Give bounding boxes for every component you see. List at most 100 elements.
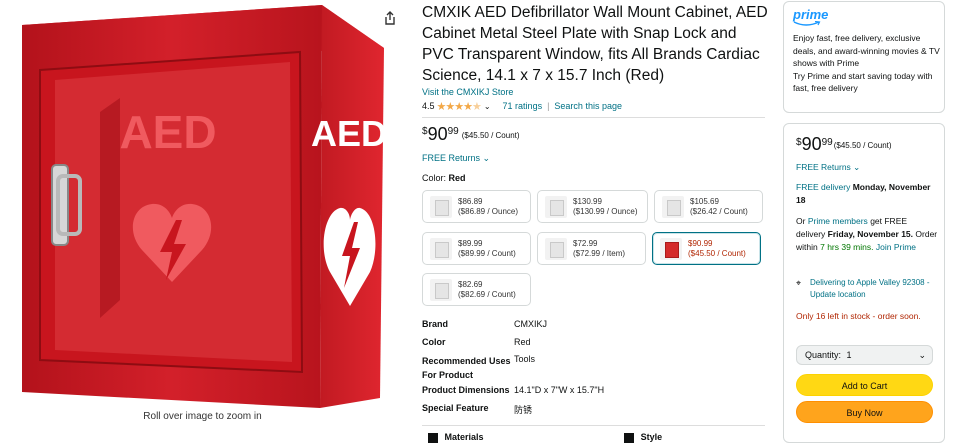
location-pin-icon: ⌖ <box>796 278 802 288</box>
delivery-info: FREE delivery Monday, November 18 <box>796 181 938 207</box>
share-icon[interactable] <box>382 10 398 26</box>
spec-key: Recommended Uses For Product <box>422 356 511 380</box>
price-whole: 90 <box>427 124 448 144</box>
feature-tab[interactable]: Materials <box>445 432 484 442</box>
free-returns-link[interactable]: FREE Returns ⌄ <box>422 153 490 164</box>
swatch-thumbnail <box>430 196 452 218</box>
or-text: Or <box>796 216 806 226</box>
spec-value: 防锈 <box>514 405 533 415</box>
fastest-delivery: Or Prime members get FREE delivery Frida… <box>796 215 938 254</box>
price-fraction: 99 <box>821 137 833 148</box>
swatch-price: $72.99 <box>573 239 598 248</box>
swatch-price: $82.69 <box>458 280 483 289</box>
swatch-thumbnail <box>660 238 682 260</box>
prime-logo: prime <box>793 7 829 22</box>
star-rating-icon[interactable]: ★★★★★ <box>437 100 482 113</box>
product-image[interactable]: AED AED <box>0 0 410 410</box>
color-key: Color: <box>422 173 447 183</box>
color-value: Red <box>448 173 466 183</box>
price-per-unit: ($45.50 / Count) <box>833 141 892 150</box>
swatch-unit-price: ($89.99 / Count) <box>458 249 516 258</box>
chevron-down-icon: ⌄ <box>853 162 861 172</box>
zoom-hint: Roll over image to zoom in <box>143 411 262 422</box>
buybox-price: $ 90 99 ($45.50 / Count) <box>796 134 938 154</box>
spec-value: Red <box>514 337 531 347</box>
prime-description: Enjoy fast, free delivery, exclusive dea… <box>793 33 940 68</box>
quantity-value: 1 <box>846 350 852 360</box>
add-to-cart-button[interactable]: Add to Cart <box>796 374 933 396</box>
quantity-select[interactable]: Quantity: 1 ⌄ <box>796 345 933 365</box>
color-swatch[interactable]: $89.99 ($89.99 / Count) <box>422 232 531 265</box>
prime-try-text: Try Prime and start saving today with fa… <box>793 70 933 94</box>
swatch-unit-price: ($72.99 / Item) <box>573 249 626 258</box>
swatch-unit-price: ($82.69 / Count) <box>458 290 516 299</box>
swatch-thumbnail <box>430 238 452 260</box>
swatch-price: $86.89 <box>458 197 483 206</box>
ratings-count-link[interactable]: 71 ratings <box>503 101 543 111</box>
price-per-unit: ($45.50 / Count) <box>461 131 520 140</box>
swatch-unit-price: ($86.89 / Ounce) <box>458 207 519 216</box>
chevron-down-icon[interactable]: ⌄ <box>484 102 491 111</box>
free-returns-link[interactable]: FREE Returns ⌄ <box>796 161 938 174</box>
store-link[interactable]: Visit the CMXIKJ Store <box>422 87 513 97</box>
price-fraction: 99 <box>447 126 459 137</box>
deliver-to[interactable]: ⌖ Delivering to Apple Valley 92308 - Upd… <box>796 277 938 301</box>
swatch-thumbnail <box>545 196 567 218</box>
product-title: CMXIK AED Defibrillator Wall Mount Cabin… <box>422 4 768 84</box>
chevron-down-icon: ⌄ <box>482 153 491 163</box>
join-prime-link[interactable]: Join Prime <box>876 242 916 252</box>
spec-key: Product Dimensions <box>422 385 510 395</box>
quantity-label: Quantity: <box>805 350 842 360</box>
color-swatch[interactable]: $72.99 ($72.99 / Item) <box>537 232 646 265</box>
deliver-to-link[interactable]: Delivering to Apple Valley 92308 - Updat… <box>810 278 929 299</box>
prime-swoosh-icon <box>793 21 821 26</box>
swatch-price: $89.99 <box>458 239 483 248</box>
color-swatch[interactable]: $130.99 ($130.99 / Ounce) <box>537 190 648 223</box>
feature-tab[interactable]: Style <box>641 432 663 442</box>
spec-value: Tools <box>514 354 536 364</box>
chevron-down-icon: ⌄ <box>918 350 926 360</box>
free-returns-label: FREE Returns <box>796 162 851 172</box>
image-aed-front-text: AED <box>119 106 216 158</box>
search-page-link[interactable]: Search this page <box>554 101 622 111</box>
color-swatch[interactable]: $105.69 ($26.42 / Count) <box>654 190 763 223</box>
swatch-thumbnail <box>662 196 684 218</box>
swatch-unit-price: ($45.50 / Count) <box>688 249 746 258</box>
prime-promo[interactable]: prime Enjoy fast, free delivery, exclusi… <box>783 1 945 113</box>
price: $ 90 99 ($45.50 / Count) <box>422 124 520 144</box>
color-swatch[interactable]: $86.89 ($86.89 / Ounce) <box>422 190 531 223</box>
fast-delivery-date: Friday, November 15. <box>827 229 914 239</box>
rating-row: 4.5 ★★★★★ ⌄ 71 ratings | Search this pag… <box>422 100 622 113</box>
stock-status: Only 16 left in stock - order soon. <box>796 311 921 321</box>
spec-key: Special Feature <box>422 403 489 413</box>
spec-key: Brand <box>422 319 449 329</box>
swatch-price: $105.69 <box>690 197 719 206</box>
divider <box>422 425 765 426</box>
color-label: Color: Red <box>422 173 466 183</box>
color-swatch[interactable]: $82.69 ($82.69 / Count) <box>422 273 531 306</box>
swatch-thumbnail <box>430 279 452 301</box>
divider <box>422 117 765 118</box>
price-whole: 90 <box>801 134 822 154</box>
separator: | <box>547 101 550 111</box>
prime-text: Enjoy fast, free delivery, exclusive dea… <box>793 32 943 95</box>
swatch-unit-price: ($26.42 / Count) <box>690 207 748 216</box>
countdown: 7 hrs 39 mins. <box>820 242 874 252</box>
buy-box: $ 90 99 ($45.50 / Count) FREE Returns ⌄ … <box>783 123 945 443</box>
bottom-feature-tabs: Materials Style <box>428 432 662 443</box>
image-aed-side-text: AED <box>311 113 387 154</box>
prime-members-link[interactable]: Prime members <box>808 216 868 226</box>
spec-value: 14.1"D x 7"W x 15.7"H <box>514 385 605 395</box>
product-image-area[interactable]: AED AED <box>0 0 410 438</box>
swatch-thumbnail <box>545 238 567 260</box>
color-swatch-selected[interactable]: $90.99 ($45.50 / Count) <box>652 232 761 265</box>
buy-now-button[interactable]: Buy Now <box>796 401 933 423</box>
spec-value: CMXIKJ <box>514 319 548 329</box>
free-delivery-link[interactable]: FREE delivery <box>796 182 850 192</box>
spec-key: Color <box>422 337 446 347</box>
swatch-price: $130.99 <box>573 197 602 206</box>
rating-value: 4.5 <box>422 101 435 111</box>
swatch-unit-price: ($130.99 / Ounce) <box>573 207 638 216</box>
swatch-price: $90.99 <box>688 239 713 248</box>
free-returns-label: FREE Returns <box>422 153 481 163</box>
